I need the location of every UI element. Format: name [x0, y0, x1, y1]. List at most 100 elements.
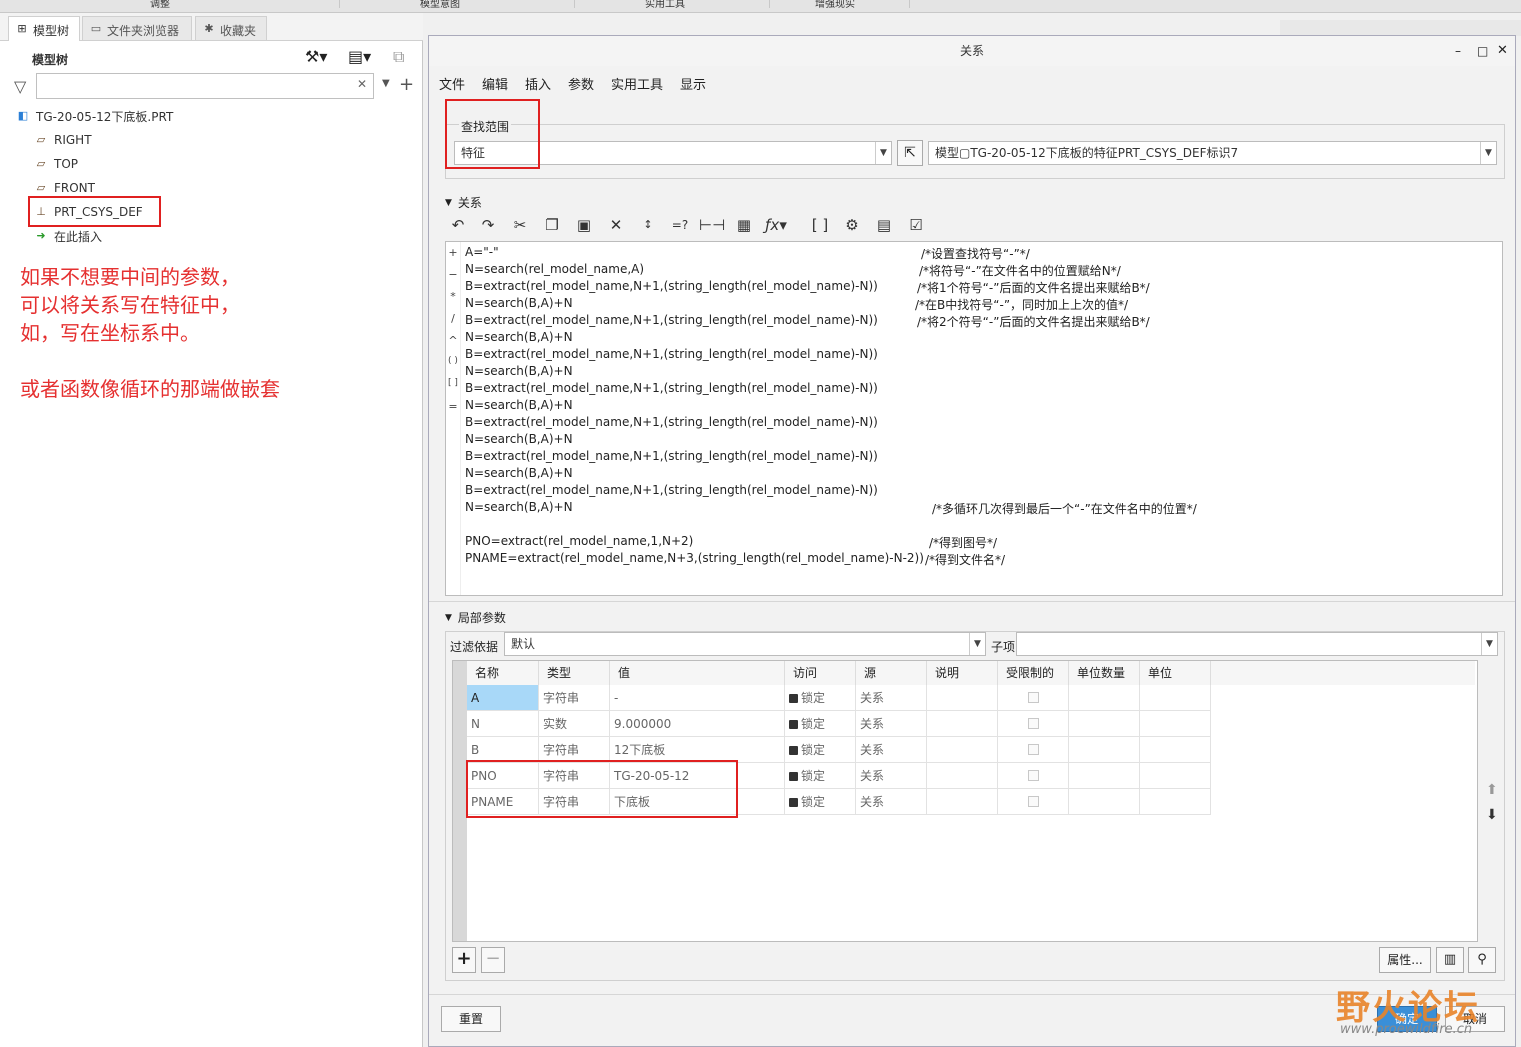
operator-power[interactable]: ^ — [446, 334, 460, 347]
column-header[interactable]: 单位数量 — [1069, 661, 1140, 685]
tree-item-part[interactable]: ◧ TG-20-05-12下底板.PRT — [16, 105, 173, 127]
add-param-button[interactable]: + — [452, 947, 476, 973]
column-header[interactable]: 名称 — [467, 661, 539, 685]
ribbon-tab[interactable]: 调整 — [150, 0, 340, 10]
menu-insert[interactable]: 插入 — [525, 74, 551, 93]
tree-item-top[interactable]: ▱ TOP — [34, 153, 78, 175]
minimize-icon[interactable]: – — [1455, 44, 1461, 58]
param-access-cell[interactable]: 锁定 — [785, 711, 856, 737]
menu-display[interactable]: 显示 — [680, 74, 706, 93]
param-restricted-cell[interactable] — [998, 711, 1069, 737]
param-source-cell[interactable]: 关系 — [856, 685, 927, 711]
param-empty-cell[interactable] — [927, 763, 998, 789]
copy-icon[interactable]: ❐ — [539, 213, 565, 237]
sort-icon[interactable]: ↕ — [635, 213, 661, 237]
param-empty-cell[interactable] — [1140, 789, 1211, 815]
param-name-cell[interactable]: A — [467, 685, 539, 711]
tree-search-input[interactable]: ✕ — [36, 73, 374, 99]
param-empty-cell[interactable] — [1069, 789, 1140, 815]
tree-item-right[interactable]: ▱ RIGHT — [34, 129, 92, 151]
chevron-down-icon[interactable]: ▼ — [382, 78, 390, 89]
scope-target-select[interactable]: 模型▢TG-20-05-12下底板的特征PRT_CSYS_DEF标识7 ▼ — [928, 141, 1497, 165]
evaluate-icon[interactable]: =? — [667, 213, 693, 237]
add-icon[interactable]: + — [399, 74, 414, 95]
param-name-cell[interactable]: N — [467, 711, 539, 737]
param-access-cell[interactable]: 锁定 — [785, 789, 856, 815]
param-empty-cell[interactable] — [1069, 737, 1140, 763]
move-down-icon[interactable]: ⬇ — [1486, 807, 1498, 823]
redo-icon[interactable]: ↷ — [475, 213, 501, 237]
ribbon-tab[interactable]: 增强现实 — [815, 0, 910, 10]
filter-select[interactable]: 默认 ▼ — [504, 632, 986, 656]
param-empty-cell[interactable] — [1069, 711, 1140, 737]
find-icon[interactable]: ⚲ — [1468, 947, 1496, 973]
param-empty-cell[interactable] — [1069, 763, 1140, 789]
param-empty-cell[interactable] — [1140, 711, 1211, 737]
param-source-cell[interactable]: 关系 — [856, 711, 927, 737]
parameter-icon[interactable]: ▦ — [731, 213, 757, 237]
properties-button[interactable]: 属性... — [1379, 947, 1431, 973]
column-header[interactable]: 单位 — [1140, 661, 1211, 685]
show-icon[interactable]: ⧉ — [393, 47, 404, 67]
menu-file[interactable]: 文件 — [439, 74, 465, 93]
operator-brackets[interactable]: [ ] — [446, 378, 460, 388]
param-type-cell[interactable]: 实数 — [539, 711, 610, 737]
param-empty-cell[interactable] — [1140, 737, 1211, 763]
ribbon-tab[interactable]: 模型意图 — [420, 0, 575, 10]
operator-parens[interactable]: ( ) — [446, 356, 460, 366]
restricted-checkbox[interactable] — [1028, 770, 1039, 781]
param-restricted-cell[interactable] — [998, 737, 1069, 763]
columns-icon[interactable]: ▥ — [1436, 947, 1464, 973]
settings-icon[interactable]: ▤▾ — [348, 47, 371, 66]
param-empty-cell[interactable] — [1069, 685, 1140, 711]
tools-icon[interactable]: ⚒▾ — [305, 47, 327, 66]
param-restricted-cell[interactable] — [998, 763, 1069, 789]
param-empty-cell[interactable] — [927, 711, 998, 737]
restricted-checkbox[interactable] — [1028, 744, 1039, 755]
select-pointer-button[interactable]: ⇱ — [897, 140, 923, 166]
tab-favorites[interactable]: ✱ 收藏夹 — [195, 16, 267, 41]
close-icon[interactable]: ✕ — [1497, 43, 1508, 58]
param-empty-cell[interactable] — [927, 789, 998, 815]
operator-divide[interactable]: / — [446, 312, 460, 325]
param-restricted-cell[interactable] — [998, 685, 1069, 711]
column-header[interactable]: 值 — [610, 661, 785, 685]
ribbon-tab[interactable]: 实用工具 — [645, 0, 770, 10]
brackets-icon[interactable]: [ ] — [807, 213, 833, 237]
column-header[interactable]: 源 — [856, 661, 927, 685]
menu-parameters[interactable]: 参数 — [568, 74, 594, 93]
param-source-cell[interactable]: 关系 — [856, 763, 927, 789]
operator-multiply[interactable]: * — [446, 290, 460, 303]
operator-equals[interactable]: = — [446, 400, 460, 413]
delete-icon[interactable]: ✕ — [603, 213, 629, 237]
param-restricted-cell[interactable] — [998, 789, 1069, 815]
param-empty-cell[interactable] — [1140, 763, 1211, 789]
move-up-icon[interactable]: ⬆ — [1486, 782, 1498, 798]
menu-utilities[interactable]: 实用工具 — [611, 74, 663, 93]
restricted-checkbox[interactable] — [1028, 796, 1039, 807]
column-header[interactable]: 类型 — [539, 661, 610, 685]
verify-icon[interactable]: ⚙ — [839, 213, 865, 237]
operator-minus[interactable]: − — [446, 268, 460, 281]
column-header[interactable]: 访问 — [785, 661, 856, 685]
param-type-cell[interactable]: 字符串 — [539, 685, 610, 711]
param-value-cell[interactable]: - — [610, 685, 785, 711]
param-source-cell[interactable]: 关系 — [856, 737, 927, 763]
restricted-checkbox[interactable] — [1028, 718, 1039, 729]
tab-model-tree[interactable]: ⊞ 模型树 — [8, 16, 80, 41]
paste-icon[interactable]: ▣ — [571, 213, 597, 237]
tab-folder-browser[interactable]: ▭ 文件夹浏览器 — [82, 16, 192, 41]
param-access-cell[interactable]: 锁定 — [785, 763, 856, 789]
units-icon[interactable]: ▤ — [871, 213, 897, 237]
restricted-checkbox[interactable] — [1028, 692, 1039, 703]
child-select[interactable]: ▼ — [1016, 632, 1498, 656]
param-access-cell[interactable]: 锁定 — [785, 737, 856, 763]
dimension-icon[interactable]: ⊢⊣ — [699, 213, 725, 237]
maximize-icon[interactable]: □ — [1477, 44, 1488, 58]
undo-icon[interactable]: ↶ — [445, 213, 471, 237]
function-icon[interactable]: ƒx▾ — [763, 213, 789, 237]
param-empty-cell[interactable] — [1140, 685, 1211, 711]
param-source-cell[interactable]: 关系 — [856, 789, 927, 815]
relations-section-header[interactable]: ▼ 关系 — [445, 194, 482, 211]
reset-button[interactable]: 重置 — [441, 1006, 501, 1032]
